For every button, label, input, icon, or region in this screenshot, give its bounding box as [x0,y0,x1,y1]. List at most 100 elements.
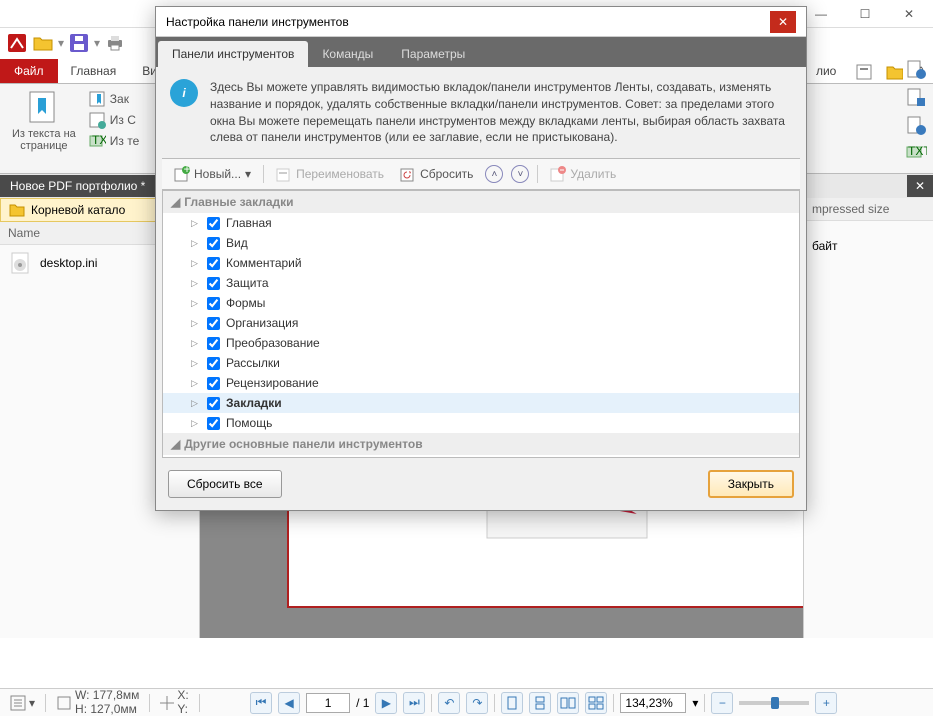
zoom-in-button[interactable]: + [815,692,837,714]
dropdown-icon[interactable]: ▾ [58,36,64,50]
tree-checkbox[interactable] [207,417,220,430]
page-total: / 1 [356,696,369,710]
tree-item[interactable]: ▷ Рецензирование [163,373,799,393]
expand-icon[interactable]: ▷ [191,278,201,289]
sidebar-col-size[interactable]: mpressed size [804,198,933,220]
dialog-tree[interactable]: ◢Главные закладки ▷Главная▷Вид▷Комментар… [162,190,800,458]
zoom-slider[interactable] [739,701,809,705]
expand-icon[interactable]: ▷ [191,298,201,309]
document-tab-close[interactable]: ✕ [907,175,933,197]
document-tab[interactable]: Новое PDF портфолио * [0,175,163,197]
nav-next-button[interactable]: ▶ [375,692,397,714]
save-icon[interactable] [68,32,90,54]
expand-icon[interactable]: ▷ [191,258,201,269]
dialog-close-button[interactable]: ✕ [770,11,796,33]
ribbon-group-bookmark[interactable]: Из текста на странице [6,88,82,169]
right-icon-column: TXT [905,58,927,164]
zoom-out-button[interactable]: − [711,692,733,714]
right-icon-3[interactable] [905,114,927,136]
zoom-dropdown-icon[interactable]: ▾ [692,696,698,710]
ribbon-side-item-2[interactable]: Из С [88,111,140,129]
close-button[interactable]: ✕ [887,1,931,27]
toolbar-move-up-button[interactable]: ˄ [485,165,503,183]
toolbar-reset-button[interactable]: Сбросить [396,164,477,184]
nav-prev-button[interactable]: ◀ [278,692,300,714]
expand-icon[interactable]: ▷ [191,218,201,229]
tree-checkbox[interactable] [207,217,220,230]
tree-checkbox[interactable] [207,237,220,250]
dialog-titlebar[interactable]: Настройка панели инструментов ✕ [156,7,806,37]
dialog-tab-params[interactable]: Параметры [387,41,479,67]
tree-item[interactable]: ▷Главная [163,213,799,233]
tree-checkbox[interactable] [207,337,220,350]
svg-text:TXT: TXT [908,144,927,158]
ribbon-tab-home[interactable]: Главная [58,58,130,83]
expand-icon[interactable]: ▷ [191,358,201,369]
ribbon-side-item-1[interactable]: Зак [88,90,140,108]
tree-group-main[interactable]: ◢Главные закладки [163,191,799,213]
tree-checkbox[interactable] [207,377,220,390]
tree-checkbox[interactable] [207,397,220,410]
toolbar-new-button[interactable]: +Новый... ▾ [170,164,255,184]
sidebar-file-size: байт [804,221,933,271]
expand-icon[interactable]: ▷ [191,318,201,329]
nav-first-button[interactable]: ⏮ [250,692,272,714]
expand-icon[interactable]: ▷ [191,238,201,249]
nav-last-button[interactable]: ⏭ [403,692,425,714]
file-tab[interactable]: Файл [0,59,58,83]
tree-item[interactable]: ▷Закладки [163,393,799,413]
tree-item[interactable]: ▷Рассылки [163,353,799,373]
expand-icon[interactable]: ▷ [191,418,201,429]
dropdown-icon[interactable]: ▾ [94,36,100,50]
open-icon[interactable] [32,32,54,54]
expand-icon[interactable]: ▷ [191,338,201,349]
ribbon-side-item-3[interactable]: TXTИз те [88,132,140,150]
tree-item[interactable]: ▷Преобразование [163,333,799,353]
nav-back-button[interactable]: ↶ [438,692,460,714]
tree-item[interactable]: ▷ Формы [163,293,799,313]
tree-checkbox[interactable] [207,357,220,370]
tree-item[interactable]: ▷Помощь [163,413,799,433]
sidebar-root-label: Корневой катало [31,203,125,217]
svg-text:TXT: TXT [92,133,106,147]
right-icon-4[interactable]: TXT [905,142,927,164]
tree-group-other[interactable]: ◢Другие основные панели инструментов [163,433,799,455]
layout-single-button[interactable] [501,692,523,714]
layout-continuous-button[interactable] [529,692,551,714]
reset-all-button[interactable]: Сбросить все [168,470,282,498]
page-number-input[interactable] [306,693,350,713]
layout-facing-cont-button[interactable] [585,692,607,714]
dialog-tab-toolbars[interactable]: Панели инструментов [158,41,308,67]
dialog-tab-commands[interactable]: Команды [308,41,387,67]
tree-item[interactable]: ▷Вид [163,233,799,253]
close-dialog-button[interactable]: Закрыть [708,470,794,498]
zoom-input[interactable] [620,693,686,713]
tree-item-label: Рецензирование [226,376,319,390]
tree-item-label: Комментарий [226,256,302,270]
tree-item-label: Формы [226,296,265,310]
status-options-icon[interactable]: ▾ [6,695,39,711]
toolbar-move-down-button[interactable]: ˅ [511,165,529,183]
nav-fwd-button[interactable]: ↷ [466,692,488,714]
right-icon-1[interactable] [905,58,927,80]
layout-facing-button[interactable] [557,692,579,714]
tree-item[interactable]: ▷Организация [163,313,799,333]
dialog-info-panel: i Здесь Вы можете управлять видимостью в… [156,67,806,158]
folder-icon [9,203,25,217]
right-icon-2[interactable] [905,86,927,108]
tree-item[interactable]: ▷ Комментарий [163,253,799,273]
tree-checkbox[interactable] [207,317,220,330]
print-icon[interactable] [104,32,126,54]
ribbon-icon-1[interactable] [853,61,875,83]
expand-icon[interactable]: ▷ [191,398,201,409]
tree-item[interactable]: ▷Защита [163,273,799,293]
maximize-button[interactable]: ☐ [843,1,887,27]
tree-checkbox[interactable] [207,297,220,310]
expand-icon[interactable]: ▷ [191,378,201,389]
dialog-tabs: Панели инструментов Команды Параметры [156,37,806,67]
status-dimensions: W: 177,8ммH: 127,0мм [52,689,143,715]
tree-checkbox[interactable] [207,277,220,290]
tree-checkbox[interactable] [207,257,220,270]
ribbon-icon-2[interactable] [883,61,905,83]
ribbon-tab-partial[interactable]: лио [803,58,849,83]
